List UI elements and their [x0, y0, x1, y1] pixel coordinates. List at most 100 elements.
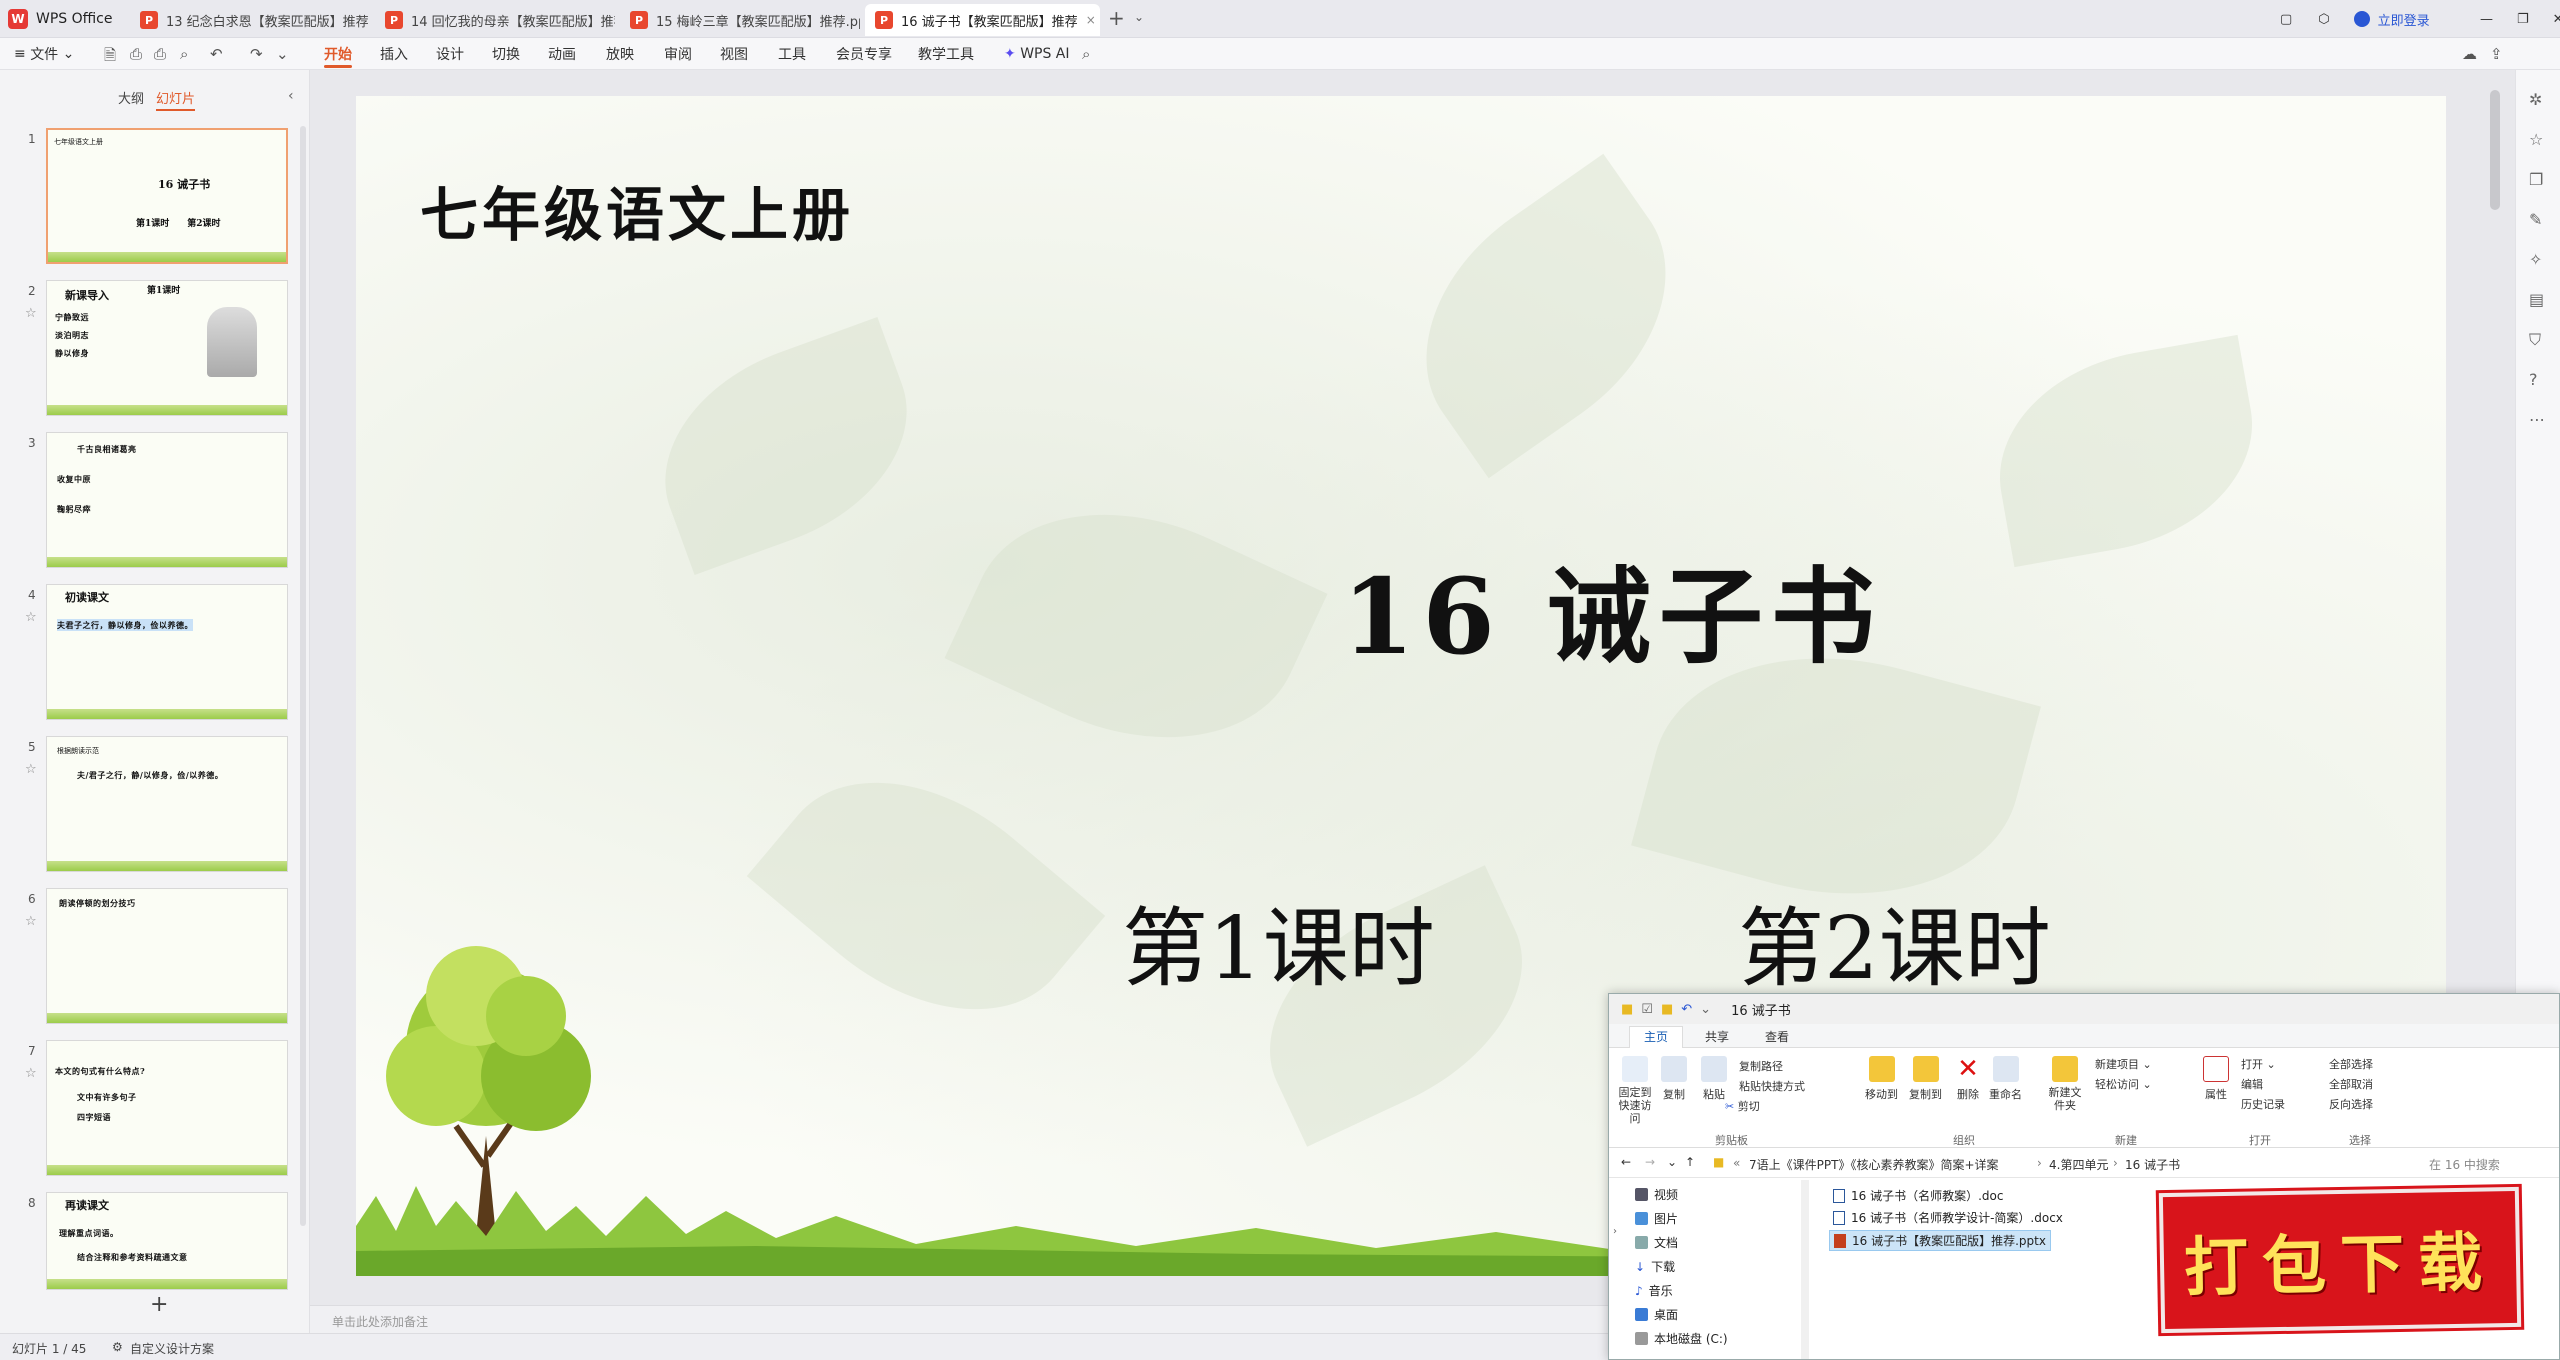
favorite-icon[interactable]: ☆ — [2529, 130, 2543, 149]
new-folder-button[interactable]: 新建文件夹 — [2047, 1056, 2083, 1112]
file-item-doc[interactable]: 16 诫子书（名师教案）.doc — [1829, 1186, 2007, 1205]
edit-button[interactable]: 编辑 — [2241, 1076, 2263, 1092]
forward-icon[interactable]: → — [1645, 1155, 1655, 1169]
clean-icon[interactable]: ✎ — [2529, 210, 2542, 229]
tab-design[interactable]: 设计 — [436, 38, 464, 70]
undo-icon[interactable]: ↶ — [1681, 1002, 1692, 1017]
tab-animation[interactable]: 动画 — [548, 38, 576, 70]
help-icon[interactable]: ? — [2529, 370, 2538, 389]
sidebar-item-videos[interactable]: 视频 — [1635, 1186, 1678, 1203]
tab-review[interactable]: 审阅 — [664, 38, 692, 70]
star-icon[interactable]: ☆ — [25, 914, 37, 929]
thumbnail-row[interactable]: 8 再读课文 理解重点词语。 结合注释和参考资料疏通文意 — [0, 1192, 310, 1292]
new-tab-plus-icon[interactable]: + — [1108, 6, 1125, 30]
slide-thumbnail[interactable]: 新课导入 第1课时 宁静致远 淡泊明志 静以修身 — [46, 280, 288, 416]
copy-path-button[interactable]: 复制路径 — [1739, 1058, 1783, 1074]
tab-view[interactable]: 查看 — [1765, 1028, 1789, 1045]
tab-transition[interactable]: 切换 — [492, 38, 520, 70]
star-icon[interactable]: ☆ — [25, 1066, 37, 1081]
star-icon[interactable]: ☆ — [25, 610, 37, 625]
settings-icon[interactable]: ✲ — [2529, 90, 2542, 109]
new-folder-icon[interactable]: ■ — [1661, 1002, 1673, 1017]
thumbnail-row[interactable]: 4 ☆ 初读课文 夫君子之行，静以修身，俭以养德。 — [0, 584, 310, 724]
book-icon[interactable]: ▤ — [2529, 290, 2544, 309]
thumbnail-row[interactable]: 1 七年级语文上册 16 诫子书 第1课时 第2课时 — [0, 128, 310, 268]
expand-icon[interactable]: › — [1613, 1226, 1617, 1237]
rename-button[interactable]: 重命名 — [1989, 1056, 2022, 1102]
history-button[interactable]: 历史记录 — [2241, 1096, 2285, 1112]
close-window-icon[interactable]: ✕ — [2553, 12, 2560, 27]
cloud-icon[interactable]: ☁ — [2462, 45, 2477, 63]
tab-home[interactable]: 开始 — [324, 38, 352, 70]
file-menu[interactable]: ≡ 文件 ⌄ — [14, 38, 74, 70]
new-item-button[interactable]: 新建项目 ⌄ — [2095, 1056, 2152, 1072]
export-icon[interactable]: ⎙ — [130, 45, 142, 63]
slide-thumbnail[interactable]: 七年级语文上册 16 诫子书 第1课时 第2课时 — [46, 128, 288, 264]
invert-selection-button[interactable]: 反向选择 — [2329, 1096, 2373, 1112]
window-icon[interactable]: ▢ — [2280, 12, 2292, 27]
breadcrumb-item[interactable]: 7语上《课件PPT》《核心素养教案》简案+详案 — [1749, 1156, 1999, 1173]
delete-button[interactable]: ✕ 删除 — [1955, 1056, 1981, 1102]
thumbnail-row[interactable]: 5 ☆ 根据朗读示范 夫/君子之行，静/以修身，俭/以养德。 — [0, 736, 310, 876]
file-item-docx[interactable]: 16 诫子书（名师教学设计-简案）.docx — [1829, 1208, 2067, 1227]
doc-tab-13[interactable]: P 13 纪念白求恩【教案匹配版】推荐 × — [130, 4, 370, 36]
download-package-banner[interactable]: 打包下载 — [2158, 1186, 2522, 1334]
login-button[interactable]: 立即登录 — [2378, 10, 2430, 29]
file-item-pptx[interactable]: 16 诫子书【教案匹配版】推荐.pptx — [1829, 1230, 2051, 1251]
chevron-down-icon[interactable]: ⌄ — [1134, 10, 1144, 24]
lesson-2-text[interactable]: 第2课时 — [1738, 878, 2051, 1003]
sidebar-scrollbar[interactable] — [1801, 1180, 1809, 1359]
theme-name[interactable]: 自定义设计方案 — [130, 1340, 214, 1357]
tab-share[interactable]: 共享 — [1705, 1028, 1729, 1045]
notes-placeholder[interactable]: 单击此处添加备注 — [332, 1313, 428, 1330]
copy-to-button[interactable]: 复制到 — [1909, 1056, 1942, 1102]
doc-tab-15[interactable]: P 15 梅岭三章【教案匹配版】推荐.ppt — [620, 4, 860, 36]
sidebar-item-documents[interactable]: 文档 — [1635, 1234, 1678, 1251]
chevron-down-icon[interactable]: ⌄ — [1700, 1002, 1711, 1017]
properties-button[interactable]: 属性 — [2203, 1056, 2229, 1102]
cube-icon[interactable]: ⬡ — [2318, 12, 2329, 27]
thumbnail-row[interactable]: 7 ☆ 本文的句式有什么特点? 文中有许多句子 四字短语 — [0, 1040, 310, 1180]
thumbnail-row[interactable]: 2 ☆ 新课导入 第1课时 宁静致远 淡泊明志 静以修身 — [0, 280, 310, 420]
slide-thumbnail[interactable]: 根据朗读示范 夫/君子之行，静/以修身，俭/以养德。 — [46, 736, 288, 872]
doc-tab-14[interactable]: P 14 回忆我的母亲【教案匹配版】推荐 — [375, 4, 615, 36]
easy-access-button[interactable]: 轻松访问 ⌄ — [2095, 1076, 2152, 1092]
lesson-1-text[interactable]: 第1课时 — [1122, 878, 1435, 1003]
minimize-icon[interactable]: — — [2480, 12, 2493, 27]
sidebar-item-desktop[interactable]: 桌面 — [1635, 1306, 1678, 1323]
slide-subject-text[interactable]: 七年级语文上册 — [420, 168, 854, 252]
sidebar-item-downloads[interactable]: ↓ 下载 — [1635, 1258, 1675, 1275]
sidebar-item-pictures[interactable]: 图片 — [1635, 1210, 1678, 1227]
paste-shortcut-button[interactable]: 粘贴快捷方式 — [1739, 1078, 1805, 1094]
thumbnail-row[interactable]: 6 ☆ 朗读停顿的划分技巧 — [0, 888, 310, 1028]
tab-insert[interactable]: 插入 — [380, 38, 408, 70]
thumbnail-row[interactable]: 3 千古良相诸葛亮 收复中原 鞠躬尽瘁 — [0, 432, 310, 572]
breadcrumb-item[interactable]: 16 诫子书 — [2125, 1156, 2180, 1173]
redo-icon[interactable]: ↷ — [250, 45, 263, 63]
doc-tab-16-active[interactable]: P 16 诚子书【教案匹配版】推荐 × — [865, 4, 1100, 36]
chevron-down-icon[interactable]: ⌄ — [276, 45, 289, 63]
paste-button[interactable]: 粘贴 — [1701, 1056, 1727, 1102]
avatar[interactable] — [2353, 11, 2370, 27]
select-none-button[interactable]: 全部取消 — [2329, 1076, 2373, 1092]
print-icon[interactable]: ⎙ — [154, 45, 166, 63]
slide-thumbnail[interactable]: 朗读停顿的划分技巧 — [46, 888, 288, 1024]
cut-button[interactable]: ✂ 剪切 — [1725, 1098, 1760, 1114]
tab-slides[interactable]: 幻灯片 — [156, 88, 196, 111]
sidebar-item-music[interactable]: ♪ 音乐 — [1635, 1282, 1673, 1299]
up-icon[interactable]: ↑ — [1685, 1155, 1695, 1169]
search-icon[interactable]: ⌕ — [1082, 45, 1090, 63]
more-icon[interactable]: ⋯ — [2529, 410, 2545, 429]
slide-thumbnail[interactable]: 千古良相诸葛亮 收复中原 鞠躬尽瘁 — [46, 432, 288, 568]
magic-icon[interactable]: ✧ — [2529, 250, 2542, 269]
sidebar-item-local-disk[interactable]: 本地磁盘 (C:) — [1635, 1330, 1728, 1347]
slide-thumbnail[interactable]: 初读课文 夫君子之行，静以修身，俭以养德。 — [46, 584, 288, 720]
open-button[interactable]: 打开 ⌄ — [2241, 1056, 2276, 1072]
slide-title[interactable]: 16 诫子书 — [1342, 532, 1883, 683]
tab-view[interactable]: 视图 — [720, 38, 748, 70]
star-icon[interactable]: ☆ — [25, 306, 37, 321]
maximize-icon[interactable]: ❐ — [2517, 12, 2529, 27]
collapse-panel-icon[interactable]: ‹ — [288, 88, 294, 104]
select-all-button[interactable]: 全部选择 — [2329, 1056, 2373, 1072]
wps-home-tab[interactable]: W WPS Office — [8, 6, 113, 32]
